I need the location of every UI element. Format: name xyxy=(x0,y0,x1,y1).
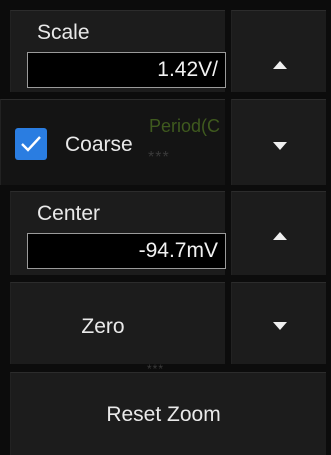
coarse-toggle[interactable]: Period(C *** Coarse xyxy=(0,99,225,185)
reset-zoom-button[interactable]: Reset Zoom xyxy=(10,372,326,455)
scale-value-field[interactable]: 1.42V/ xyxy=(27,52,226,88)
chevron-up-icon xyxy=(273,232,287,240)
center-down-button[interactable] xyxy=(231,282,326,364)
center-value-field[interactable]: -94.7mV xyxy=(27,233,226,269)
zero-label: Zero xyxy=(81,315,125,338)
zero-button[interactable]: Zero xyxy=(10,282,225,364)
scale-center-panel: Scale 1.42V/ Period(C *** Coarse Center … xyxy=(0,0,331,455)
chevron-up-icon xyxy=(273,61,287,69)
center-control[interactable]: Center -94.7mV xyxy=(10,191,226,275)
chevron-down-icon xyxy=(273,322,287,330)
scale-label: Scale xyxy=(37,21,90,44)
checkmark-icon xyxy=(21,136,41,152)
coarse-label: Coarse xyxy=(65,133,133,156)
coarse-checkbox[interactable] xyxy=(15,128,47,160)
center-label: Center xyxy=(37,202,101,225)
scale-down-button[interactable] xyxy=(231,99,326,185)
reset-zoom-label: Reset Zoom xyxy=(106,403,221,426)
background-dots: *** xyxy=(148,149,170,166)
scale-control[interactable]: Scale 1.42V/ xyxy=(10,10,226,92)
chevron-down-icon xyxy=(273,142,287,150)
period-background-text: Period(C xyxy=(149,116,221,136)
scale-up-button[interactable] xyxy=(231,10,326,92)
center-up-button[interactable] xyxy=(231,191,326,275)
